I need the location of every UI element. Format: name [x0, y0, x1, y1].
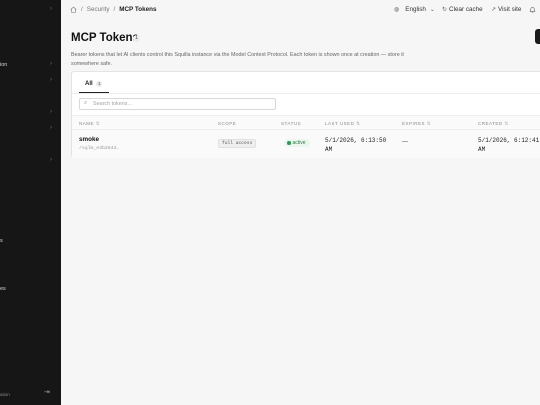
- new-token-button[interactable]: [535, 29, 540, 44]
- column-header-expires[interactable]: EXPIRES ⇅: [402, 121, 431, 127]
- sidebar-item[interactable]: ›: [0, 157, 61, 167]
- tab-all[interactable]: All 1: [79, 77, 109, 93]
- sidebar-item[interactable]: ›: [0, 109, 61, 119]
- chevron-right-icon: ›: [50, 61, 52, 67]
- refresh-icon: ↻: [442, 7, 448, 13]
- table-row[interactable]: smoke /sqlm_e4b2643… full access active …: [72, 130, 540, 158]
- main-content: / Security / MCP Tokens ◍ English ⌄ ↻ Cl…: [61, 0, 540, 405]
- sidebar-item-label: es: [0, 286, 6, 292]
- sidebar-item[interactable]: es: [0, 285, 61, 295]
- visit-site-button[interactable]: ↗ Visit site: [491, 6, 521, 13]
- external-link-icon: ↗: [491, 7, 497, 13]
- breadcrumb-item-security[interactable]: Security: [87, 6, 110, 13]
- search-box: ⌕: [79, 98, 276, 110]
- clear-cache-button[interactable]: ↻ Clear cache: [442, 6, 483, 13]
- tab-label: All: [85, 81, 93, 87]
- sidebar-item[interactable]: ion ›: [0, 61, 61, 71]
- search-input[interactable]: [93, 100, 268, 108]
- chevron-right-icon: ›: [50, 157, 52, 163]
- bell-icon: [529, 7, 536, 13]
- search-icon: ⌕: [84, 100, 88, 106]
- token-id: /sqlm_e4b2643…: [79, 146, 120, 151]
- breadcrumb-separator: /: [81, 6, 83, 13]
- scope-badge: full access: [218, 139, 257, 148]
- visit-site-label: Visit site: [498, 6, 522, 13]
- sidebar-item[interactable]: ›: [0, 77, 61, 87]
- chevron-right-icon: ›: [50, 109, 52, 115]
- column-header-status: STATUS: [281, 121, 302, 126]
- chevron-right-icon: ›: [50, 125, 52, 131]
- tab-count-badge: 1: [96, 81, 103, 87]
- sidebar-item[interactable]: ›: [0, 125, 61, 135]
- column-header-last-used[interactable]: LAST USED ⇅: [325, 121, 360, 127]
- sidebar-footer-text: ation: [0, 392, 10, 397]
- page-title: MCP Tokens: [71, 32, 139, 44]
- chevron-down-icon: ⌄: [429, 7, 435, 13]
- token-name: smoke: [79, 136, 99, 143]
- clear-cache-label: Clear cache: [449, 6, 483, 13]
- sidebar-item[interactable]: s: [0, 237, 61, 247]
- logout-icon[interactable]: ⇥: [44, 388, 50, 396]
- language-label: English: [405, 6, 426, 13]
- sort-icon: ⇅: [426, 121, 432, 126]
- chevron-right-icon: ›: [50, 77, 52, 83]
- column-header-scope: SCOPE: [218, 121, 237, 126]
- topbar: / Security / MCP Tokens ◍ English ⌄ ↻ Cl…: [61, 0, 540, 21]
- sort-icon: ⇅: [356, 121, 361, 126]
- sort-icon: ⇅: [504, 121, 509, 126]
- sidebar: › ion › › › › › s es ation ⇥: [0, 0, 61, 405]
- globe-icon: ◍: [394, 7, 400, 13]
- breadcrumb-separator: /: [113, 6, 116, 13]
- expires-value: —: [402, 139, 408, 145]
- column-header-name[interactable]: NAME ⇅: [79, 121, 100, 127]
- sidebar-item-label: ion: [0, 62, 8, 68]
- page-description: Bearer tokens that let AI clients contro…: [71, 52, 404, 67]
- created-value: 5/1/2026, 6:12:41 AM: [478, 137, 540, 153]
- table-header: NAME ⇅ SCOPE STATUS LAST USED ⇅ EXPIRES …: [72, 115, 540, 130]
- last-used-value: 5/1/2026, 6:13:50 AM: [325, 137, 387, 153]
- sort-icon: ⇅: [95, 121, 101, 126]
- status-badge: active: [284, 139, 310, 147]
- tokens-card: All 1 ⌕ NAME ⇅ SCOPE STATUS LAST USED ⇅ …: [71, 71, 540, 158]
- status-dot-icon: [287, 141, 291, 145]
- column-header-created[interactable]: CREATED ⇅: [478, 121, 509, 127]
- home-icon[interactable]: [70, 6, 77, 13]
- notifications-button[interactable]: [529, 6, 536, 13]
- sidebar-item-label: s: [0, 238, 3, 244]
- chevron-right-icon: ›: [50, 6, 52, 12]
- sidebar-item[interactable]: ›: [0, 6, 61, 16]
- breadcrumb-current: MCP Tokens: [119, 6, 157, 13]
- status-label: active: [292, 140, 306, 146]
- breadcrumb: / Security / MCP Tokens: [70, 6, 156, 13]
- language-selector[interactable]: ◍ English ⌄: [394, 6, 435, 13]
- tab-bar: All 1: [72, 72, 540, 94]
- count-badge: 1: [133, 35, 140, 42]
